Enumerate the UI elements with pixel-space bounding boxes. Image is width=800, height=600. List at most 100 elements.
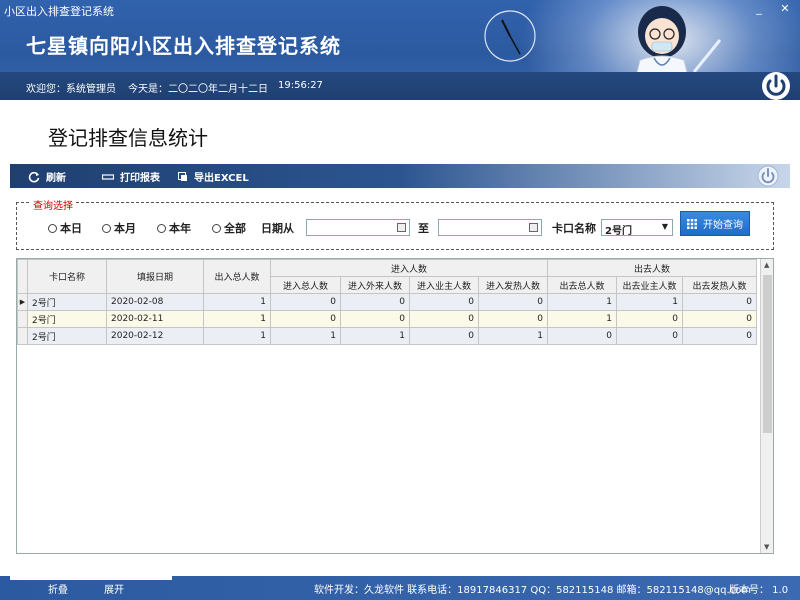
radio-month-label: 本月 [114, 222, 136, 235]
cell-in-owner[interactable]: 0 [409, 310, 479, 328]
radio-circle-icon [157, 223, 166, 233]
col-header-in-visitor[interactable]: 进入外来人数 [340, 276, 410, 294]
date-text: 今天是：二〇二〇年二月十二日 [128, 84, 268, 95]
calendar-icon[interactable] [397, 223, 406, 232]
col-header-out-fever[interactable]: 出去发热人数 [682, 276, 757, 294]
window-titlebar: 小区出入排查登记系统 _ ✕ [0, 0, 800, 20]
table-row[interactable]: ▶ 2号门 2020-02-08 1 0 0 0 0 1 1 0 [17, 293, 757, 311]
developer-info: 软件开发：久龙软件 联系电话：18917846317 QQ：582115148 … [314, 585, 752, 596]
status-bar: 折叠 展开 软件开发：久龙软件 联系电话：18917846317 QQ：5821… [0, 576, 800, 600]
cell-in-total[interactable]: 1 [270, 327, 341, 345]
cell-out-total[interactable]: 1 [547, 293, 617, 311]
export-label: 导出EXCEL [194, 173, 249, 184]
date-to-input[interactable] [438, 219, 542, 236]
print-label: 打印报表 [120, 173, 160, 184]
cell-in-visitor[interactable]: 0 [340, 310, 410, 328]
cell-gate[interactable]: 2号门 [27, 293, 107, 311]
cell-out-fever[interactable]: 0 [682, 293, 757, 311]
data-grid[interactable]: 卡口名称 填报日期 出入总人数 进入人数 出去人数 进入总人数 进入外来人数 进… [16, 258, 774, 554]
radio-today[interactable]: 本日 [48, 220, 82, 236]
cell-out-owner[interactable]: 1 [616, 293, 683, 311]
toolbar: 刷新 打印报表 导出EXCEL [10, 164, 790, 188]
cell-in-fever[interactable]: 1 [478, 327, 548, 345]
cell-in-fever[interactable]: 0 [478, 310, 548, 328]
page-title: 登记排查信息统计 [48, 126, 208, 150]
cell-out-owner[interactable]: 0 [616, 310, 683, 328]
cell-total[interactable]: 1 [203, 327, 271, 345]
col-header-gate[interactable]: 卡口名称 [27, 259, 107, 294]
export-icon [178, 171, 187, 181]
cell-in-fever[interactable]: 0 [478, 293, 548, 311]
col-header-out-owner[interactable]: 出去业主人数 [616, 276, 683, 294]
power-icon[interactable] [760, 70, 792, 102]
exit-power-icon[interactable] [756, 165, 780, 187]
version-text: 版本号： 1.0 [729, 585, 789, 596]
tab-strip [10, 576, 172, 580]
print-icon [102, 173, 114, 180]
radio-all-label: 全部 [224, 222, 246, 235]
radio-circle-icon [212, 223, 221, 233]
col-header-total[interactable]: 出入总人数 [203, 259, 271, 294]
cell-date[interactable]: 2020-02-08 [106, 293, 204, 311]
minimize-button[interactable]: _ [748, 0, 770, 18]
cell-out-total[interactable]: 1 [547, 310, 617, 328]
refresh-label: 刷新 [46, 173, 66, 184]
chevron-down-icon: ▼ [661, 222, 668, 231]
cell-date[interactable]: 2020-02-12 [106, 327, 204, 345]
scroll-up-icon[interactable]: ▲ [764, 261, 769, 269]
scroll-thumb[interactable] [763, 275, 772, 433]
cell-gate[interactable]: 2号门 [27, 327, 107, 345]
start-query-button[interactable]: 开始查询 [680, 211, 750, 236]
radio-today-label: 本日 [60, 222, 82, 235]
cell-out-owner[interactable]: 0 [616, 327, 683, 345]
scroll-down-icon[interactable]: ▼ [764, 543, 769, 551]
col-header-in-fever[interactable]: 进入发热人数 [478, 276, 548, 294]
collapse-tab[interactable]: 折叠 [48, 581, 68, 596]
cell-out-total[interactable]: 0 [547, 327, 617, 345]
row-selector[interactable] [17, 310, 28, 328]
gate-select[interactable]: 2号门 ▼ [601, 219, 673, 237]
row-header-corner [17, 259, 28, 294]
print-report-button[interactable]: 打印报表 [102, 169, 160, 184]
radio-year[interactable]: 本年 [157, 220, 191, 236]
app-title: 七星镇向阳小区出入排查登记系统 [26, 34, 341, 58]
window-title: 小区出入排查登记系统 [4, 5, 114, 18]
expand-tab[interactable]: 展开 [104, 581, 124, 596]
col-group-in: 进入人数 [270, 259, 548, 277]
cell-out-fever[interactable]: 0 [682, 310, 757, 328]
radio-all[interactable]: 全部 [212, 220, 246, 236]
cell-total[interactable]: 1 [203, 293, 271, 311]
date-from-input[interactable] [306, 219, 410, 236]
row-selector[interactable] [17, 327, 28, 345]
refresh-button[interactable]: 刷新 [28, 169, 66, 184]
cell-date[interactable]: 2020-02-11 [106, 310, 204, 328]
cell-total[interactable]: 1 [203, 310, 271, 328]
col-header-in-total[interactable]: 进入总人数 [270, 276, 341, 294]
gate-select-value: 2号门 [605, 226, 632, 237]
cell-out-fever[interactable]: 0 [682, 327, 757, 345]
cell-in-total[interactable]: 0 [270, 310, 341, 328]
gate-label: 卡口名称 [552, 222, 596, 235]
col-header-date[interactable]: 填报日期 [106, 259, 204, 294]
col-header-out-total[interactable]: 出去总人数 [547, 276, 617, 294]
row-selector-icon[interactable]: ▶ [17, 293, 28, 311]
welcome-text: 欢迎您：系统管理员 [26, 84, 116, 95]
radio-month[interactable]: 本月 [102, 220, 136, 236]
vertical-scrollbar[interactable]: ▲ ▼ [760, 259, 773, 553]
start-query-label: 开始查询 [703, 220, 743, 231]
export-excel-button[interactable]: 导出EXCEL [178, 169, 249, 184]
time-text: 19:56:27 [278, 80, 323, 91]
table-row[interactable]: 2号门 2020-02-12 1 1 1 0 1 0 0 0 [17, 327, 757, 345]
date-to-label: 至 [418, 222, 429, 235]
close-button[interactable]: ✕ [774, 0, 796, 18]
col-header-in-owner[interactable]: 进入业主人数 [409, 276, 479, 294]
cell-gate[interactable]: 2号门 [27, 310, 107, 328]
cell-in-owner[interactable]: 0 [409, 293, 479, 311]
cell-in-total[interactable]: 0 [270, 293, 341, 311]
grid-icon [687, 218, 697, 229]
cell-in-visitor[interactable]: 0 [340, 293, 410, 311]
cell-in-owner[interactable]: 0 [409, 327, 479, 345]
table-row[interactable]: 2号门 2020-02-11 1 0 0 0 0 1 0 0 [17, 310, 757, 328]
calendar-icon[interactable] [529, 223, 538, 232]
cell-in-visitor[interactable]: 1 [340, 327, 410, 345]
